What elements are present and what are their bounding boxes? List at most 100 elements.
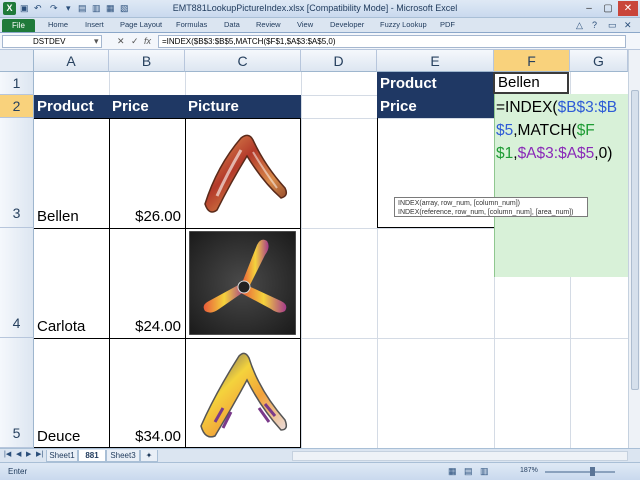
tab-developer[interactable]: Developer xyxy=(330,20,364,29)
insert-sheet-icon[interactable]: ✦ xyxy=(140,450,158,462)
table-border xyxy=(185,118,186,448)
title-bar: X ▣ ↶ ↷ ▾ ▤ ▥ ▦ ▧ EMT881LookupPictureInd… xyxy=(0,0,640,18)
prev-sheet-icon[interactable]: ◀ xyxy=(16,450,21,458)
vertical-scrollbar[interactable] xyxy=(628,50,640,448)
enter-icon[interactable]: ✓ xyxy=(131,36,139,47)
function-tooltip: INDEX(array, row_num, [column_num]) INDE… xyxy=(394,197,588,217)
tab-page-layout[interactable]: Page Layout xyxy=(120,20,162,29)
formula-part: ,MATCH( xyxy=(513,122,577,139)
qat-icon[interactable]: ▤ xyxy=(78,3,87,14)
boomerang-picture-carlota[interactable] xyxy=(189,231,296,335)
minimize-icon[interactable]: – xyxy=(580,1,598,16)
lookup-label-price[interactable]: Price xyxy=(377,95,494,118)
table-border xyxy=(300,118,301,448)
tab-data[interactable]: Data xyxy=(224,20,240,29)
price-cell-deuce[interactable]: $34.00 xyxy=(109,428,181,445)
qat-icon[interactable]: ▧ xyxy=(120,3,129,14)
price-cell-carlota[interactable]: $24.00 xyxy=(109,318,181,335)
zoom-slider-knob[interactable] xyxy=(590,467,595,476)
product-cell-bellen[interactable]: Bellen xyxy=(37,208,79,225)
ribbon-tabs: File Home Insert Page Layout Formulas Da… xyxy=(0,18,640,33)
last-sheet-icon[interactable]: ▶| xyxy=(36,450,43,458)
column-header-g[interactable]: G xyxy=(570,50,628,72)
row-header-5[interactable]: 5 xyxy=(0,338,34,448)
table-header-price[interactable]: Price xyxy=(109,95,185,118)
price-cell-bellen[interactable]: $26.00 xyxy=(109,208,181,225)
redo-icon[interactable]: ↷ xyxy=(50,3,58,14)
product-cell-deuce[interactable]: Deuce xyxy=(37,428,80,445)
qat-dropdown-icon[interactable]: ▾ xyxy=(66,3,71,14)
column-header-d[interactable]: D xyxy=(301,50,377,72)
sheet-tab-bar: |◀ ◀ ▶ ▶| Sheet1 881 Sheet3 ✦ xyxy=(0,448,640,462)
excel-window: X ▣ ↶ ↷ ▾ ▤ ▥ ▦ ▧ EMT881LookupPictureInd… xyxy=(0,0,640,480)
tab-fuzzy-lookup[interactable]: Fuzzy Lookup xyxy=(380,20,427,29)
help-icon[interactable]: ? xyxy=(592,20,597,30)
column-header-c[interactable]: C xyxy=(185,50,301,72)
table-header-picture[interactable]: Picture xyxy=(185,95,301,118)
tooltip-line[interactable]: INDEX(reference, row_num, [column_num], … xyxy=(398,208,584,217)
horizontal-scrollbar[interactable] xyxy=(292,451,628,461)
table-header-product[interactable]: Product xyxy=(34,95,109,118)
select-all-corner[interactable] xyxy=(0,50,34,72)
column-header-b[interactable]: B xyxy=(109,50,185,72)
tooltip-line[interactable]: INDEX(array, row_num, [column_num]) xyxy=(398,199,584,208)
product-cell-carlota[interactable]: Carlota xyxy=(37,318,85,335)
row-header-1[interactable]: 1 xyxy=(0,72,34,95)
excel-logo-icon[interactable]: X xyxy=(3,2,16,15)
tab-formulas[interactable]: Formulas xyxy=(176,20,207,29)
formula-part: =INDEX( xyxy=(496,99,558,116)
table-border xyxy=(377,118,378,228)
save-icon[interactable]: ▣ xyxy=(20,3,29,14)
qat-icon[interactable]: ▦ xyxy=(106,3,115,14)
cancel-icon[interactable]: ✕ xyxy=(117,36,125,47)
qat-icon[interactable]: ▥ xyxy=(92,3,101,14)
name-box-dropdown-icon[interactable]: ▾ xyxy=(94,36,99,47)
formula-part: ,0) xyxy=(594,145,613,162)
tab-view[interactable]: View xyxy=(297,20,313,29)
next-sheet-icon[interactable]: ▶ xyxy=(26,450,31,458)
scrollbar-thumb[interactable] xyxy=(631,90,639,390)
normal-view-icon[interactable]: ▦ xyxy=(448,466,457,477)
window-title: EMT881LookupPictureIndex.xlsx [Compatibi… xyxy=(172,3,458,13)
window-restore-icon[interactable]: ▭ xyxy=(608,20,617,31)
page-break-view-icon[interactable]: ▥ xyxy=(480,466,489,477)
zoom-level[interactable]: 187% xyxy=(520,467,538,474)
sheet-tab-sheet3[interactable]: Sheet3 xyxy=(106,450,140,462)
row-header-3[interactable]: 3 xyxy=(0,118,34,228)
undo-icon[interactable]: ↶ xyxy=(34,3,42,14)
name-box[interactable]: DSTDEV xyxy=(2,35,102,48)
in-cell-formula[interactable]: =INDEX($B$3:$B$5,MATCH($F$1,$A$3:$A$5,0) xyxy=(496,96,628,165)
row-header-4[interactable]: 4 xyxy=(0,228,34,338)
tab-home[interactable]: Home xyxy=(48,20,68,29)
status-bar: Enter ▦ ▤ ▥ 187% xyxy=(0,462,640,480)
lookup-product-value[interactable]: Bellen xyxy=(493,72,569,94)
formula-input[interactable]: =INDEX($B$3:$B$5,MATCH($F$1,$A$3:$A$5,0) xyxy=(158,35,626,48)
sheet-tab-sheet1[interactable]: Sheet1 xyxy=(46,450,78,462)
worksheet-grid[interactable]: A B C D E F G 1 2 3 4 5 Product Price Pi… xyxy=(0,50,628,448)
gridline xyxy=(301,72,302,448)
formula-bar: DSTDEV ▾ ✕ ✓ fx =INDEX($B$3:$B$5,MATCH($… xyxy=(0,33,640,50)
tab-review[interactable]: Review xyxy=(256,20,281,29)
close-icon[interactable]: ✕ xyxy=(618,1,638,16)
boomerang-picture-bellen[interactable] xyxy=(195,126,291,218)
table-border xyxy=(109,118,110,448)
row-header-2[interactable]: 2 xyxy=(0,95,34,118)
tab-insert[interactable]: Insert xyxy=(85,20,104,29)
maximize-icon[interactable]: ▢ xyxy=(599,1,617,16)
first-sheet-icon[interactable]: |◀ xyxy=(4,450,11,458)
table-border xyxy=(34,118,301,119)
column-header-a[interactable]: A xyxy=(34,50,109,72)
table-border xyxy=(34,228,301,229)
insert-function-icon[interactable]: fx xyxy=(144,36,151,46)
zoom-slider[interactable] xyxy=(545,471,615,473)
boomerang-picture-deuce[interactable] xyxy=(195,346,291,442)
tab-file[interactable]: File xyxy=(2,19,35,32)
column-header-e[interactable]: E xyxy=(377,50,494,72)
minimize-ribbon-icon[interactable]: △ xyxy=(576,20,583,31)
tab-pdf[interactable]: PDF xyxy=(440,20,455,29)
window-close-icon[interactable]: ✕ xyxy=(624,20,632,31)
sheet-tab-881[interactable]: 881 xyxy=(78,450,106,462)
lookup-label-product[interactable]: Product xyxy=(377,72,494,95)
page-layout-view-icon[interactable]: ▤ xyxy=(464,466,473,477)
column-header-f[interactable]: F xyxy=(494,50,570,72)
